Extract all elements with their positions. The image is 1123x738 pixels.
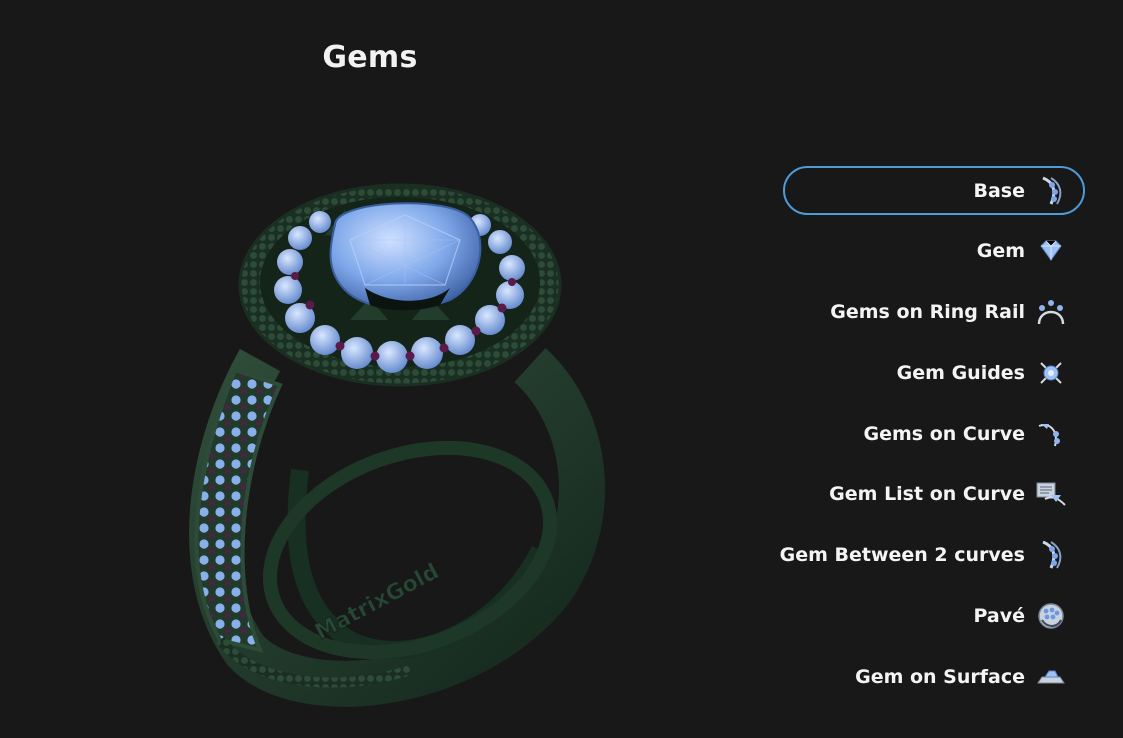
- menu-item-gems-on-ring-rail[interactable]: Gems on Ring Rail: [783, 288, 1085, 337]
- gem-between-curves-icon: [1035, 539, 1067, 571]
- gem-icon: [1035, 235, 1067, 267]
- menu-item-label: Gem List on Curve: [829, 483, 1025, 506]
- center-gem: [329, 202, 482, 310]
- menu-item-label: Gems on Ring Rail: [830, 301, 1025, 324]
- menu-item-label: Gem: [976, 240, 1025, 263]
- ring-engraving: MatrixGold: [311, 559, 443, 645]
- gems-menu: Base Gem Gems on Ring Rail Gem Guides Ge…: [779, 166, 1085, 713]
- gems-on-ring-rail-icon: [1035, 296, 1067, 328]
- menu-item-label: Gem Between 2 curves: [779, 544, 1025, 567]
- gem-guides-icon: [1035, 357, 1067, 389]
- gem-on-surface-icon: [1035, 661, 1067, 693]
- pave-shank-left: [194, 367, 283, 653]
- gems-on-curve-icon: [1035, 418, 1067, 450]
- ring-render: MatrixGold: [189, 183, 605, 707]
- page-title: Gems: [322, 40, 418, 75]
- menu-item-label: Gem Guides: [896, 361, 1025, 384]
- menu-item-gem-guides[interactable]: Gem Guides: [783, 348, 1085, 397]
- menu-item-base[interactable]: Base: [783, 166, 1085, 215]
- menu-item-label: Pavé: [973, 605, 1025, 628]
- menu-item-label: Base: [973, 179, 1026, 202]
- gem-list-on-curve-icon: [1035, 478, 1067, 510]
- pave-icon: [1035, 600, 1067, 632]
- menu-item-gem-list-on-curve[interactable]: Gem List on Curve: [783, 470, 1085, 519]
- menu-item-gem-between-2-curves[interactable]: Gem Between 2 curves: [779, 531, 1085, 580]
- menu-item-gem-on-surface[interactable]: Gem on Surface: [783, 652, 1085, 701]
- menu-item-pave[interactable]: Pavé: [783, 592, 1085, 641]
- menu-item-label: Gems on Curve: [863, 422, 1025, 445]
- ring-preview-viewport[interactable]: MatrixGold: [150, 170, 620, 710]
- menu-item-label: Gem on Surface: [855, 665, 1025, 688]
- gems-panel: Gems MatrixGold Base Gem Gems on Ring Ra…: [0, 0, 1123, 738]
- menu-item-gems-on-curve[interactable]: Gems on Curve: [783, 409, 1085, 458]
- gem-between-curves-icon: [1035, 175, 1067, 207]
- menu-item-gem[interactable]: Gem: [783, 227, 1085, 276]
